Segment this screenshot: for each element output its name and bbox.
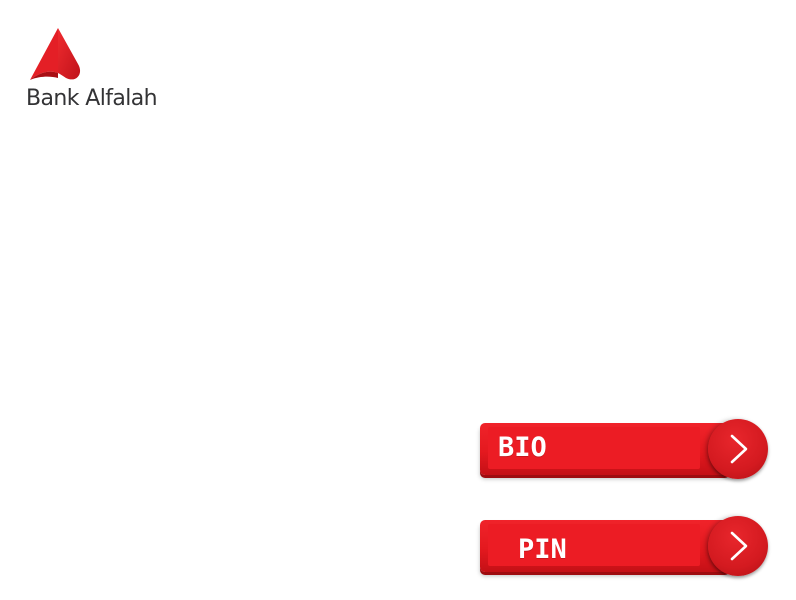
bio-button-label: BIO	[498, 432, 547, 463]
chevron-right-icon	[730, 531, 748, 561]
bio-button-arrow[interactable]	[708, 419, 768, 479]
pin-button-label: PIN	[518, 534, 567, 565]
bank-alfalah-logo-icon	[30, 28, 81, 80]
chevron-right-icon	[730, 434, 748, 464]
bank-name: Bank Alfalah	[26, 86, 158, 111]
pin-button-arrow[interactable]	[708, 516, 768, 576]
atm-screen: Bank Alfalah BIO PIN	[0, 0, 796, 600]
pin-button[interactable]: PIN	[480, 516, 772, 578]
bio-button[interactable]: BIO	[480, 419, 772, 481]
bank-logo: Bank Alfalah	[26, 26, 166, 116]
